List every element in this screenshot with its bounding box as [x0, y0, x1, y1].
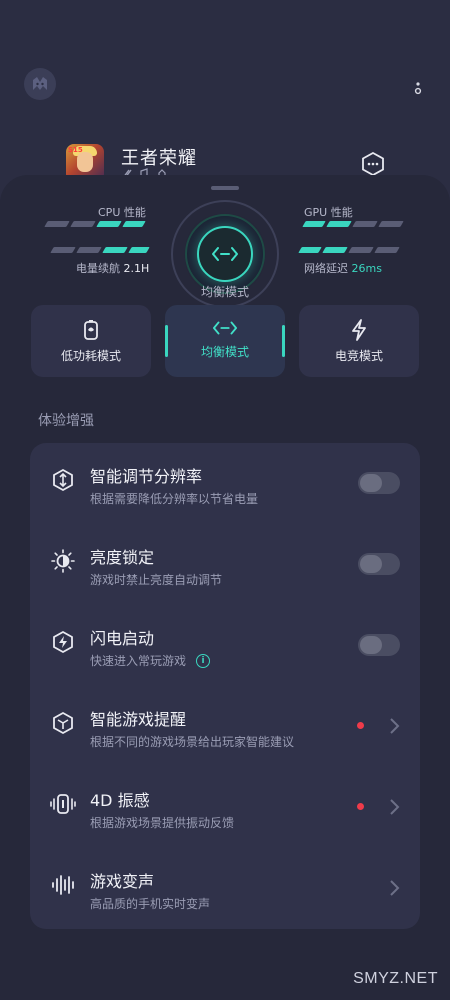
latency-value: 26ms — [351, 262, 382, 275]
active-edge — [165, 325, 168, 357]
mode-balanced-button[interactable]: 均衡模式 — [165, 305, 285, 377]
vibration-icon — [50, 791, 76, 817]
watermark: SMYZ.NET — [353, 970, 438, 987]
performance-panel: CPU 性能 GPU 性能 电量续航 2.1H 网络延迟 26ms 均衡模式 低… — [0, 175, 450, 1000]
feature-row-smart-reminder[interactable]: 智能游戏提醒 根据不同的游戏场景给出玩家智能建议 — [30, 686, 420, 767]
section-title: 体验增强 — [38, 413, 94, 429]
battery-bar-seg — [76, 247, 102, 253]
battery-bar-seg — [50, 247, 76, 253]
feature-row-flash-launch[interactable]: 闪电启动 快速进入常玩游戏 i — [30, 605, 420, 686]
active-edge — [282, 325, 285, 357]
feature-list: 智能调节分辨率 根据需要降低分辨率以节省电量 亮度锁定 游戏时禁止亮度自动调节 — [30, 443, 420, 929]
latency-bar-seg — [322, 247, 348, 253]
new-badge — [357, 803, 364, 810]
gpu-bar-seg — [326, 221, 352, 227]
current-mode-label: 均衡模式 — [200, 285, 249, 299]
game-space-logo-icon[interactable] — [24, 68, 56, 100]
feature-row-voice-changer[interactable]: 游戏变声 高品质的手机实时变声 — [30, 848, 420, 929]
balance-mode-icon — [213, 321, 237, 335]
lightning-icon — [352, 319, 366, 341]
latency-info: 网络延迟 26ms — [304, 260, 382, 276]
battery-value: 2.1H — [123, 262, 150, 275]
gpu-bar-seg — [352, 221, 378, 227]
mode-low-power-button[interactable]: 低功耗模式 — [31, 305, 151, 377]
cpu-bar-seg — [96, 221, 122, 227]
battery-saver-icon — [84, 320, 98, 340]
info-icon[interactable]: i — [196, 653, 211, 668]
feature-desc-text: 根据需要降低分辨率以节省电量 — [90, 492, 259, 506]
cpu-bar-seg — [122, 221, 146, 227]
brightness-toggle[interactable] — [358, 553, 400, 575]
feature-title: 闪电启动 — [90, 629, 155, 648]
battery-info: 电量续航 2.1H — [76, 260, 149, 276]
feature-desc: 高品质的手机实时变声 — [90, 895, 210, 912]
hexagon-more-icon[interactable] — [362, 151, 384, 177]
chevron-right-icon[interactable] — [388, 717, 400, 735]
feature-desc: 根据需要降低分辨率以节省电量 — [90, 490, 258, 507]
cpu-bars — [40, 219, 150, 259]
mode-label: 低功耗模式 — [60, 349, 121, 363]
resolution-icon — [50, 467, 76, 493]
latency-bar-seg — [348, 247, 374, 253]
feature-desc: 根据不同的游戏场景给出玩家智能建议 — [90, 733, 294, 750]
game-title: 王者荣耀 — [121, 148, 197, 169]
mode-esports-button[interactable]: 电竞模式 — [299, 305, 419, 377]
feature-desc-text: 快速进入常玩游戏 — [90, 654, 187, 668]
smart-reminder-icon — [50, 710, 76, 736]
feature-row-brightness[interactable]: 亮度锁定 游戏时禁止亮度自动调节 — [30, 524, 420, 605]
cpu-bar-seg — [70, 221, 96, 227]
gpu-label: GPU 性能 — [304, 206, 353, 219]
gpu-bar-seg — [378, 221, 404, 227]
feature-row-vibration[interactable]: 4D 振感 根据游戏场景提供振动反馈 — [30, 767, 420, 848]
feature-row-resolution[interactable]: 智能调节分辨率 根据需要降低分辨率以节省电量 — [30, 443, 420, 524]
chevron-right-icon[interactable] — [388, 798, 400, 816]
feature-desc-text: 根据游戏场景提供振动反馈 — [90, 816, 235, 830]
cpu-label: CPU 性能 — [98, 206, 146, 219]
flash-launch-icon — [50, 629, 76, 655]
mode-label: 电竞模式 — [334, 349, 383, 363]
feature-desc-text: 根据不同的游戏场景给出玩家智能建议 — [90, 735, 295, 749]
drag-handle[interactable] — [211, 186, 239, 190]
feature-desc-text: 游戏时禁止亮度自动调节 — [90, 573, 223, 587]
battery-bar-seg — [128, 247, 150, 253]
feature-title: 智能调节分辨率 — [90, 467, 203, 486]
feature-title: 游戏变声 — [90, 872, 155, 891]
feature-title: 4D 振感 — [90, 791, 150, 810]
gpu-bars — [298, 219, 410, 259]
gpu-bar-seg — [302, 221, 326, 227]
latency-bar-seg — [374, 247, 400, 253]
battery-bar-seg — [102, 247, 128, 253]
feature-desc: 根据游戏场景提供振动反馈 — [90, 814, 234, 831]
feature-title: 智能游戏提醒 — [90, 710, 187, 729]
balance-mode-icon — [197, 226, 253, 282]
feature-desc: 快速进入常玩游戏 i — [90, 652, 211, 669]
more-vertical-icon[interactable] — [414, 80, 422, 96]
latency-label: 网络延迟 — [304, 262, 348, 275]
feature-title: 亮度锁定 — [90, 548, 155, 567]
voice-changer-icon — [50, 872, 76, 898]
new-badge — [357, 722, 364, 729]
mode-label: 均衡模式 — [200, 345, 249, 359]
flash-launch-toggle[interactable] — [358, 634, 400, 656]
resolution-toggle[interactable] — [358, 472, 400, 494]
battery-label: 电量续航 — [76, 262, 120, 275]
chevron-right-icon[interactable] — [388, 879, 400, 897]
top-area: S15 王者荣耀 — [0, 0, 450, 200]
brightness-icon — [50, 548, 76, 574]
feature-desc-text: 高品质的手机实时变声 — [90, 897, 211, 911]
feature-desc: 游戏时禁止亮度自动调节 — [90, 571, 222, 588]
latency-bar-seg — [298, 247, 322, 253]
cpu-bar-seg — [44, 221, 70, 227]
